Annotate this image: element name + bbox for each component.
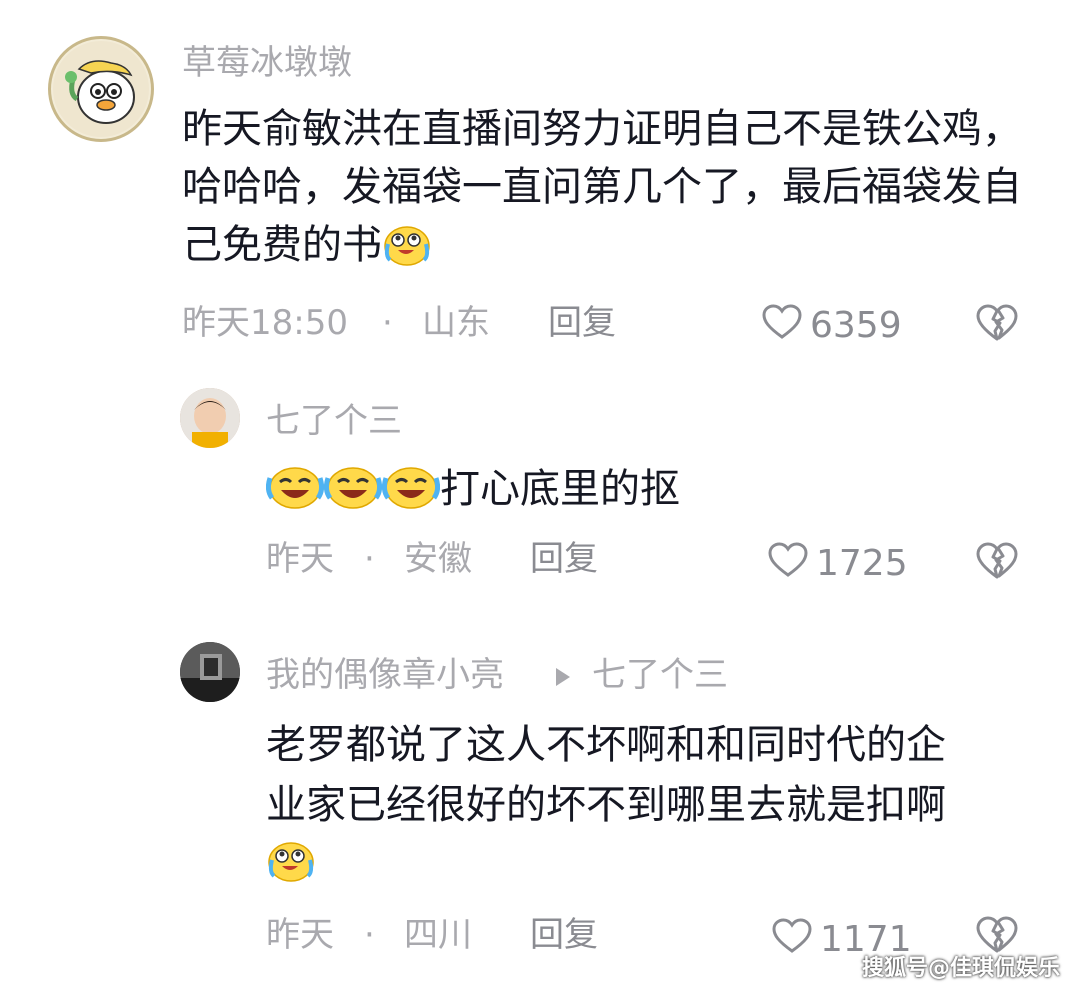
username[interactable]: 七了个三: [266, 404, 402, 438]
meta-dot: ·: [382, 303, 393, 343]
reply-button[interactable]: 回复: [530, 918, 598, 952]
rofl-emoji: [381, 464, 441, 526]
reply-comment-2: 我的偶像章小亮 七了个三 老罗都说了这人不坏啊和和同时代的企 业家已经很好的坏不…: [0, 620, 1080, 996]
timestamp: 昨天18:50: [182, 303, 348, 343]
comment-text: 老罗都说了这人不坏啊和和同时代的企 业家已经很好的坏不到哪里去就是扣啊: [266, 716, 1056, 898]
comment-body-line-1: 老罗都说了这人不坏啊和和同时代的企: [266, 722, 946, 768]
avatar[interactable]: [48, 36, 154, 142]
dislike-button[interactable]: [976, 304, 1018, 346]
watermark: 搜狐号@佳琪侃娱乐: [861, 956, 1060, 981]
location: 山东: [422, 303, 490, 343]
comment-body: 打心底里的抠: [440, 466, 680, 512]
avatar[interactable]: [180, 642, 240, 702]
comment-body-line-2: 业家已经很好的坏不到哪里去就是扣啊: [266, 782, 946, 828]
comment-text: 打心底里的抠: [265, 460, 1026, 526]
timestamp: 昨天: [266, 539, 334, 579]
broken-heart-icon: [976, 304, 1018, 346]
laugh-cry-emoji: [266, 838, 1056, 898]
like-count: 1725: [816, 542, 908, 584]
meta-dot: ·: [364, 915, 375, 955]
reply-arrow-icon: [554, 666, 572, 692]
rofl-emoji: [265, 464, 325, 526]
username[interactable]: 草莓冰墩墩: [182, 46, 352, 80]
heart-icon: [768, 542, 808, 585]
like-button[interactable]: 1725: [768, 542, 908, 585]
comment-meta: 昨天 · 安徽 回复: [266, 542, 686, 582]
reply-target-username[interactable]: 七了个三: [592, 658, 728, 692]
heart-icon: [762, 304, 802, 347]
laugh-cry-emoji: [382, 222, 432, 282]
heart-icon: [772, 918, 812, 961]
comment-text: 昨天俞敏洪在直播间努力证明自己不是铁公鸡，哈哈哈，发福袋一直问第几个了，最后福袋…: [182, 100, 1022, 282]
avatar[interactable]: [180, 388, 240, 448]
rofl-emoji: [323, 464, 383, 526]
timestamp: 昨天: [266, 915, 334, 955]
location: 四川: [404, 915, 472, 955]
reply-comment-1: 七了个三 打心底里的抠 昨天 · 安徽 回复 1725: [0, 370, 1080, 620]
reply-button[interactable]: 回复: [548, 306, 616, 340]
reply-button[interactable]: 回复: [530, 542, 598, 576]
comment-1: 草莓冰墩墩 昨天俞敏洪在直播间努力证明自己不是铁公鸡，哈哈哈，发福袋一直问第几个…: [0, 0, 1080, 370]
username[interactable]: 我的偶像章小亮: [266, 658, 504, 692]
meta-dot: ·: [364, 539, 375, 579]
like-button[interactable]: 6359: [762, 304, 902, 347]
comment-body: 昨天俞敏洪在直播间努力证明自己不是铁公鸡，哈哈哈，发福袋一直问第几个了，最后福袋…: [182, 106, 1022, 268]
comment-meta: 昨天18:50 · 山东 回复: [182, 306, 682, 346]
comment-meta: 昨天 · 四川 回复: [266, 918, 686, 958]
like-count: 6359: [810, 304, 902, 346]
dislike-button[interactable]: [976, 542, 1018, 584]
location: 安徽: [404, 539, 472, 579]
broken-heart-icon: [976, 542, 1018, 584]
